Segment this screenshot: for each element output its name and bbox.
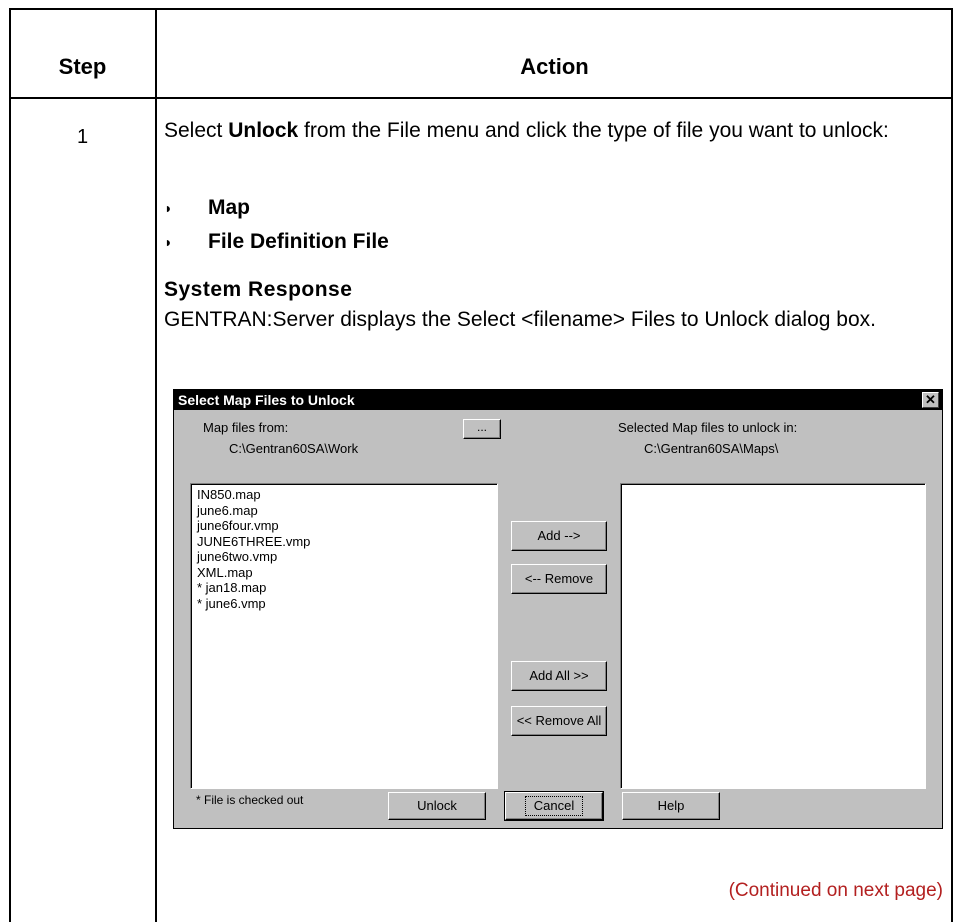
file-item[interactable]: * jan18.map <box>197 580 497 596</box>
add-all-button[interactable]: Add All >> <box>511 661 607 691</box>
file-item[interactable]: june6two.vmp <box>197 549 497 565</box>
bullet-label: File Definition File <box>208 230 389 253</box>
bullet-icon: ◗ <box>164 234 173 250</box>
map-files-from-label: Map files from: <box>203 420 289 435</box>
available-files-list[interactable]: IN850.map june6.map june6four.vmp JUNE6T… <box>190 483 498 789</box>
file-item[interactable]: june6four.vmp <box>197 518 497 534</box>
step-number: 1 <box>76 126 89 148</box>
dialog-titlebar: Select Map Files to Unlock ✕ <box>174 390 942 410</box>
instruction-pre: Select <box>164 119 229 142</box>
remove-button[interactable]: <-- Remove <box>511 564 607 594</box>
selected-files-label: Selected Map files to unlock in: <box>618 420 798 435</box>
instruction-text: Select Unlock from the File menu and cli… <box>164 116 934 145</box>
file-item[interactable]: june6.map <box>197 503 497 519</box>
header-step: Step <box>58 54 107 79</box>
select-map-files-dialog: Select Map Files to Unlock ✕ Map files f… <box>173 389 943 829</box>
list-item: ◗ Map <box>164 191 764 225</box>
dialog-title: Select Map Files to Unlock <box>178 392 355 408</box>
add-button[interactable]: Add --> <box>511 521 607 551</box>
close-icon[interactable]: ✕ <box>922 392 939 408</box>
checked-out-footnote: * File is checked out <box>196 793 304 807</box>
remove-all-button[interactable]: << Remove All <box>511 706 607 736</box>
header-action: Action <box>520 54 589 79</box>
list-item: ◗ File Definition File <box>164 225 764 259</box>
file-type-list: ◗ Map ◗ File Definition File <box>164 191 764 259</box>
source-path: C:\Gentran60SA\Work <box>229 441 359 456</box>
bullet-label: Map <box>208 196 250 219</box>
cancel-label: Cancel <box>524 796 584 816</box>
bullet-icon: ◗ <box>164 200 173 216</box>
file-item[interactable]: IN850.map <box>197 487 497 503</box>
file-item[interactable]: XML.map <box>197 565 497 581</box>
file-item[interactable]: JUNE6THREE.vmp <box>197 534 497 550</box>
help-button[interactable]: Help <box>622 792 720 820</box>
instruction-post: from the File menu and click the type of… <box>298 119 889 142</box>
continued-note: (Continued on next page) <box>728 880 943 901</box>
dest-path: C:\Gentran60SA\Maps\ <box>644 441 779 456</box>
file-item[interactable]: * june6.vmp <box>197 596 497 612</box>
selected-files-list[interactable] <box>620 483 926 789</box>
instruction-bold: Unlock <box>228 119 299 142</box>
table-border-right <box>951 8 953 922</box>
cancel-button[interactable]: Cancel <box>504 791 604 821</box>
table-border-top <box>9 8 953 10</box>
table-header-divider <box>9 97 953 99</box>
unlock-button[interactable]: Unlock <box>388 792 486 820</box>
system-response-heading: System Response <box>164 278 353 301</box>
browse-button[interactable]: ... <box>463 419 501 439</box>
system-response-text: GENTRAN:Server displays the Select <file… <box>164 308 876 331</box>
